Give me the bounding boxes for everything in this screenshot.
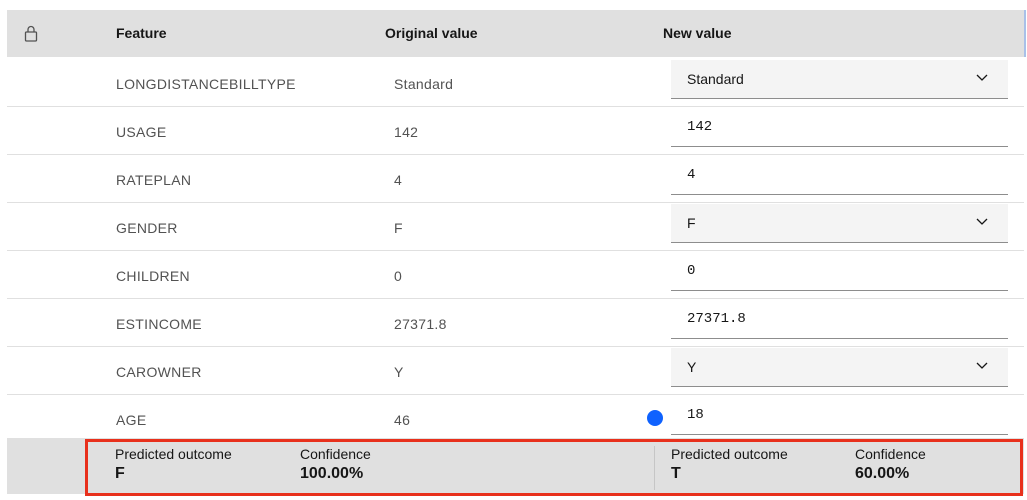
- table-row: CAROWNER Y Y: [7, 346, 1024, 395]
- new-value-select[interactable]: Standard: [671, 60, 1008, 99]
- original-value: 27371.8: [394, 316, 447, 332]
- header-new-value: New value: [663, 25, 732, 41]
- new-value-input[interactable]: 0: [671, 252, 1008, 291]
- table-header: Feature Original value New value: [7, 10, 1026, 57]
- chevron-down-icon: [976, 362, 988, 369]
- chevron-down-icon: [976, 74, 988, 81]
- original-value: 4: [394, 172, 403, 188]
- input-value: 4: [687, 167, 696, 183]
- input-value: 27371.8: [687, 311, 746, 327]
- table-row: AGE 46 18: [7, 394, 1024, 442]
- original-value: F: [394, 220, 403, 236]
- feature-name: CAROWNER: [116, 364, 202, 380]
- input-value: 0: [687, 263, 696, 279]
- select-value: Standard: [687, 71, 744, 87]
- highlight-outline: [85, 439, 1023, 496]
- table-row: ESTINCOME 27371.8 27371.8: [7, 298, 1024, 347]
- original-value: Y: [394, 364, 404, 380]
- original-value: Standard: [394, 76, 454, 92]
- header-original-value: Original value: [385, 25, 478, 41]
- new-value-input[interactable]: 18: [671, 396, 1008, 435]
- table-row: LONGDISTANCEBILLTYPE Standard Standard: [7, 58, 1024, 107]
- feature-name: ESTINCOME: [116, 316, 202, 332]
- select-value: F: [687, 215, 696, 231]
- feature-name: LONGDISTANCEBILLTYPE: [116, 76, 296, 92]
- select-value: Y: [687, 359, 697, 375]
- new-value-input[interactable]: 142: [671, 108, 1008, 147]
- lock-icon[interactable]: [24, 25, 38, 42]
- new-value-select[interactable]: Y: [671, 348, 1008, 387]
- new-value-select[interactable]: F: [671, 204, 1008, 243]
- feature-name: CHILDREN: [116, 268, 190, 284]
- original-value: 0: [394, 268, 403, 284]
- column-divider: [1024, 10, 1026, 57]
- chevron-down-icon: [976, 218, 988, 225]
- new-value-input[interactable]: 4: [671, 156, 1008, 195]
- table-row: USAGE 142 142: [7, 106, 1024, 155]
- original-value: 142: [394, 124, 419, 140]
- feature-name: USAGE: [116, 124, 167, 140]
- input-value: 142: [687, 119, 713, 135]
- feature-name: AGE: [116, 412, 147, 428]
- table-row: GENDER F F: [7, 202, 1024, 251]
- original-value: 46: [394, 412, 411, 428]
- feature-name: RATEPLAN: [116, 172, 192, 188]
- table-row: CHILDREN 0 0: [7, 250, 1024, 299]
- feature-name: GENDER: [116, 220, 178, 236]
- header-feature: Feature: [116, 25, 167, 41]
- input-value: 18: [687, 407, 704, 423]
- table-row: RATEPLAN 4 4: [7, 154, 1024, 203]
- new-value-input[interactable]: 27371.8: [671, 300, 1008, 339]
- changed-value-indicator: [647, 410, 663, 426]
